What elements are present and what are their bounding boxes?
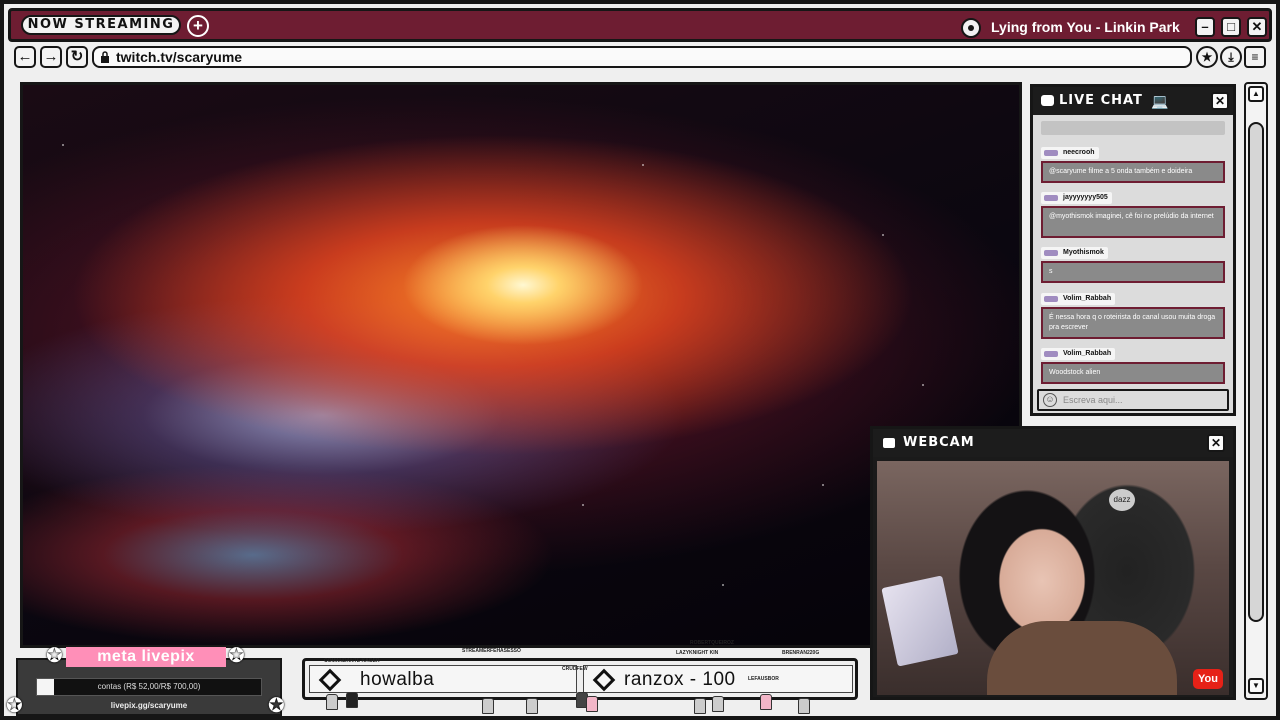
chat-input-placeholder: Escreva aqui...: [1063, 395, 1123, 405]
youtube-logo: You: [1193, 669, 1223, 689]
viewer-avatar: [326, 694, 338, 710]
lock-icon: [101, 51, 109, 63]
viewer-avatar: [798, 698, 810, 714]
address-bar[interactable]: twitch.tv/scaryume: [92, 46, 1192, 68]
computer-emoji-icon: 💻: [1151, 93, 1169, 109]
chat-message: @myothismok imaginei, cê foi no prelúdio…: [1041, 206, 1225, 238]
chat-username: Myothismok: [1041, 247, 1108, 259]
menu-icon[interactable]: ≡: [1244, 46, 1266, 68]
diamond-icon: [592, 668, 616, 692]
webcam-title: WEBCAM: [903, 435, 975, 450]
webcam-header: WEBCAM ✕: [873, 429, 1233, 457]
overlay-label: LAZYKNIGHT KIN: [676, 650, 719, 656]
chat-title: LIVE CHAT: [1059, 93, 1143, 108]
livepix-title: meta livepix: [66, 647, 226, 667]
overlay-label: CRUDFEW: [562, 666, 588, 672]
chat-message: @scaryume filme a 5 onda também e doidei…: [1041, 161, 1225, 183]
chat-username: jayyyyyyy505: [1041, 192, 1112, 204]
url-text[interactable]: twitch.tv/scaryume: [116, 48, 242, 66]
chair-logo: dazz: [1109, 489, 1135, 511]
webcam-close-button[interactable]: ✕: [1207, 434, 1225, 452]
chat-scroll-strip: [1041, 121, 1225, 135]
overlay-label: COMANDANTE KAGER: [324, 658, 380, 664]
viewer-avatar: [526, 698, 538, 714]
favorite-icon[interactable]: ★: [1196, 46, 1218, 68]
maximize-button[interactable]: □: [1221, 17, 1241, 37]
reload-button[interactable]: ↻: [66, 46, 88, 68]
close-button[interactable]: ✕: [1247, 17, 1267, 37]
live-chat-panel: LIVE CHAT 💻 ✕ neecrooh @scaryume filme a…: [1030, 84, 1236, 416]
chat-header: LIVE CHAT 💻 ✕: [1033, 87, 1233, 115]
star-icon: ✪: [46, 645, 63, 667]
chat-message: Woodstock alien: [1041, 362, 1225, 384]
overlay-label: STREAMERFEHASESSO: [462, 648, 521, 654]
webcam-panel: WEBCAM ✕ dazz You: [870, 426, 1236, 700]
back-button[interactable]: ←: [14, 46, 36, 68]
emoji-icon[interactable]: ☺: [1043, 393, 1057, 407]
chat-bubble-icon: [1041, 95, 1054, 106]
scroll-down-arrow[interactable]: ▼: [1248, 678, 1264, 694]
chat-input[interactable]: ☺ Escreva aqui...: [1037, 389, 1229, 411]
chat-message: s: [1041, 261, 1225, 283]
music-disc-icon: [961, 18, 981, 38]
chat-close-button[interactable]: ✕: [1211, 92, 1229, 110]
viewer-avatar: [346, 692, 358, 708]
viewer-avatar: [586, 696, 598, 712]
donor-slot: howalba: [309, 665, 577, 693]
title-bar: NOW STREAMING + Lying from You - Linkin …: [8, 8, 1272, 42]
chat-username: Volim_Rabbah: [1041, 348, 1116, 360]
page-scrollbar[interactable]: ▲ ▼: [1244, 82, 1268, 700]
camera-icon: [883, 438, 895, 448]
donor-slot: ranzox - 100: [583, 665, 853, 693]
webcam-video: dazz: [877, 461, 1229, 695]
diamond-icon: [318, 668, 342, 692]
held-card: [881, 575, 959, 667]
progress-label: contas (R$ 52,00/R$ 700,00): [97, 682, 201, 691]
overlay-label: ROBERTQUEIROZ: [690, 640, 734, 646]
minimize-button[interactable]: –: [1195, 17, 1215, 37]
download-icon[interactable]: ⤓: [1220, 46, 1242, 68]
overlay-label: BRENRAN220G: [782, 650, 820, 656]
add-tab-button[interactable]: +: [187, 15, 209, 37]
viewer-avatar: [760, 694, 772, 710]
chat-username: neecrooh: [1041, 147, 1099, 159]
scroll-up-arrow[interactable]: ▲: [1248, 86, 1264, 102]
now-playing-song: Lying from You - Linkin Park: [991, 19, 1180, 35]
livepix-progress-bar: contas (R$ 52,00/R$ 700,00): [36, 678, 262, 696]
chat-username: Volim_Rabbah: [1041, 293, 1116, 305]
donor-name: howalba: [360, 669, 435, 690]
livepix-url: livepix.gg/scaryume: [110, 701, 188, 710]
star-icon: ✪: [228, 645, 245, 667]
viewer-avatar: [712, 696, 724, 712]
donor-name: ranzox - 100: [624, 669, 736, 690]
viewer-avatar: [694, 698, 706, 714]
now-streaming-badge: NOW STREAMING: [21, 15, 181, 35]
viewer-avatar: [482, 698, 494, 714]
streamer-shirt: [987, 621, 1177, 695]
scroll-thumb[interactable]: [1248, 122, 1264, 622]
forward-button[interactable]: →: [40, 46, 62, 68]
chat-message: É nessa hora q o roteirista do canal uso…: [1041, 307, 1225, 339]
overlay-label: LEFAUSBOR: [748, 676, 779, 682]
